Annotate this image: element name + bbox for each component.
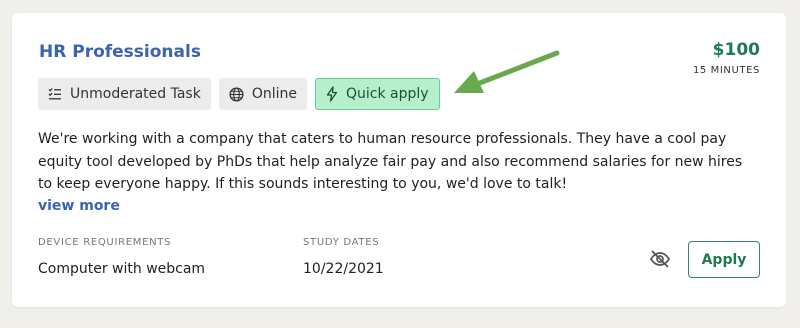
checklist-icon — [48, 87, 62, 101]
hide-study-button[interactable] — [649, 248, 671, 270]
tag-online: Online — [218, 78, 307, 110]
tag-label: Unmoderated Task — [70, 86, 201, 102]
view-more-link[interactable]: view more — [38, 198, 120, 214]
study-title[interactable]: HR Professionals — [39, 42, 201, 62]
tag-label: Online — [251, 86, 297, 102]
annotation-arrow-icon — [454, 50, 560, 93]
study-description: We're working with a company that caters… — [38, 131, 743, 192]
study-dates-value: 10/22/2021 — [303, 261, 384, 277]
device-requirements-value: Computer with webcam — [38, 261, 206, 277]
globe-icon — [229, 86, 244, 102]
study-duration: 15 MINUTES — [692, 65, 760, 76]
tag-quick-apply: Quick apply — [314, 78, 440, 110]
study-card: HR Professionals $100 15 MINUTES Unmoder… — [12, 13, 786, 307]
study-price: $100 — [712, 40, 760, 60]
tag-label: Quick apply — [345, 86, 429, 102]
tag-list: Unmoderated Task Online Quick apply — [38, 78, 440, 110]
device-requirements-label: DEVICE REQUIREMENTS — [38, 237, 172, 248]
eye-off-icon — [649, 250, 671, 274]
study-dates-label: STUDY DATES — [303, 237, 380, 248]
apply-button[interactable]: Apply — [688, 241, 760, 278]
lightning-icon — [326, 86, 338, 102]
tag-unmoderated-task: Unmoderated Task — [38, 78, 211, 110]
